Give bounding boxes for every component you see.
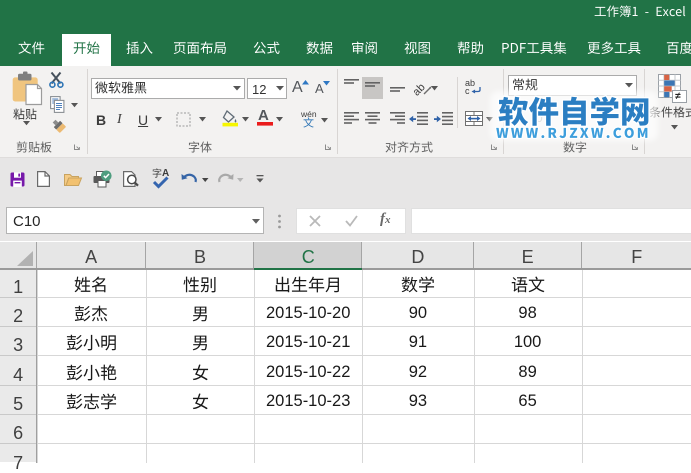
svg-text:ab: ab [411, 81, 428, 98]
svg-text:c: c [465, 86, 470, 96]
svg-text:ab: ab [465, 78, 475, 88]
